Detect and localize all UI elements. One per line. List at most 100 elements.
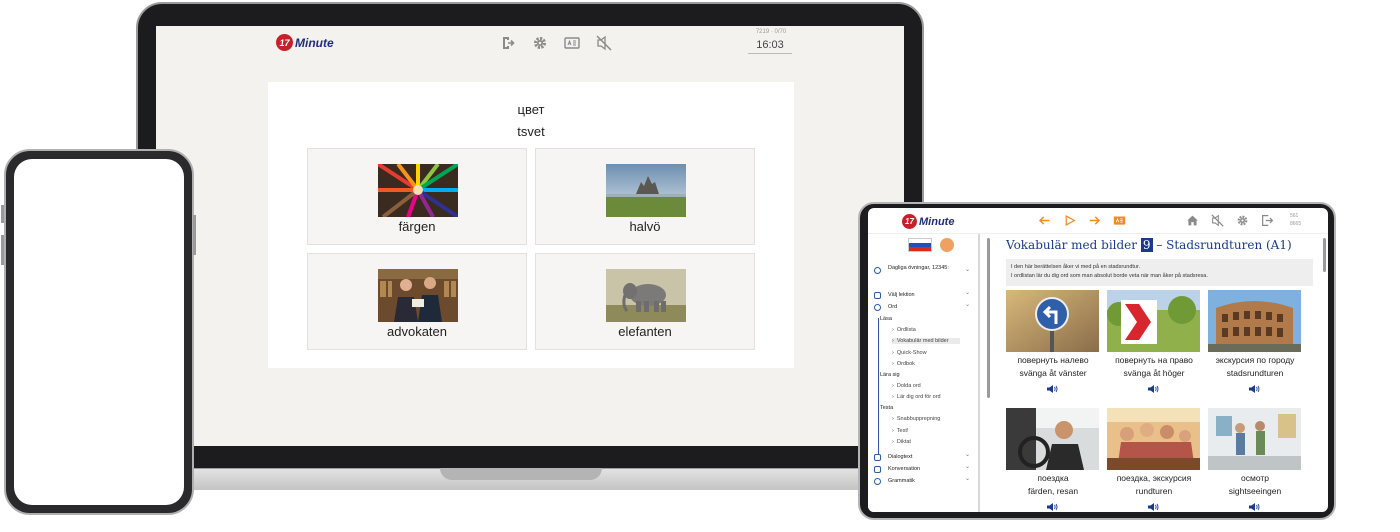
tablet-header: 17 Minute 561 8665	[868, 208, 1328, 234]
elephant-image	[606, 269, 686, 322]
sidebar-item-daily[interactable]: Dagliga övningar, 12345:	[888, 264, 958, 272]
sidebar-item-conversation[interactable]: Konversation	[888, 466, 920, 472]
logout-icon[interactable]	[1261, 214, 1274, 227]
stats-line: 561	[1290, 213, 1299, 219]
vocab-card[interactable]: поездка, экскурсия rundturen	[1107, 408, 1201, 512]
russian-word: осмотр	[1241, 473, 1269, 483]
sidebar-item-wordlist[interactable]: › Ordlista	[892, 327, 916, 333]
laptop-header: 17 Minute 7219 · 0/70 16:03	[156, 26, 904, 72]
grammar-icon	[874, 478, 881, 485]
tablet-sidebar: Dagliga övningar, 12345: ⌄ Välj lektion …	[868, 234, 980, 512]
chevron-down-icon[interactable]: ⌄	[965, 289, 970, 296]
sidebar-scrollbar[interactable]	[987, 238, 990, 398]
avatar-icon[interactable]	[940, 238, 954, 252]
driving-car-image	[1006, 408, 1099, 470]
list-icon	[874, 292, 881, 299]
chevron-down-icon[interactable]: ⌄	[965, 451, 970, 458]
logo[interactable]: 17 Minute	[902, 214, 954, 229]
intro-box: I den här berättelsen åker vi med på en …	[1006, 259, 1313, 286]
sidebar-group-test: Testa	[880, 405, 894, 411]
chevron-down-icon[interactable]: ⌄	[965, 301, 970, 308]
speaker-icon[interactable]	[1248, 384, 1260, 394]
speaker-icon[interactable]	[1046, 502, 1058, 512]
vocab-card[interactable]: поездка färden, resan	[1006, 408, 1100, 512]
mute-icon[interactable]	[596, 35, 612, 51]
intro-line: I den här berättelsen åker vi med på en …	[1011, 264, 1141, 270]
gear-icon[interactable]	[1236, 214, 1249, 227]
sidebar-item-quick-show[interactable]: › Quick-Show	[892, 350, 927, 356]
lesson-content: Vokabulär med bilder 9 – Stadsrundturen …	[994, 234, 1328, 512]
sidebar-item-word-by-word[interactable]: › Lär dig ord för ord	[892, 394, 941, 400]
card-icon[interactable]	[1113, 214, 1126, 227]
sidebar-item-label: Lär dig ord för ord	[896, 394, 941, 400]
sidebar-item-label: Snabbupprepning	[896, 416, 941, 422]
sidebar-item-label: Dolda ord	[896, 383, 921, 389]
sidebar-group-learn: Lära sig	[880, 372, 900, 378]
colored-pencils-image	[378, 164, 458, 217]
vocab-card[interactable]: повернуть налево svänga åt vänster	[1006, 290, 1100, 400]
sidebar-item-label: Ordlista	[896, 327, 916, 333]
vocab-card[interactable]: осмотр sightseeingen	[1208, 408, 1302, 512]
tablet-toolbar	[1186, 214, 1274, 227]
sidebar-item-words[interactable]: Ord	[888, 304, 897, 310]
phone-screen	[14, 159, 184, 505]
quiz-card: цвет tsvet färgen halvö advokaten elefan…	[268, 82, 794, 368]
gear-icon[interactable]	[532, 35, 548, 51]
intro-line: I ordlistan lär du dig ord som man absol…	[1011, 273, 1208, 279]
exit-icon[interactable]	[500, 35, 516, 51]
card-icon[interactable]	[564, 35, 580, 51]
answer-option[interactable]: advokaten	[307, 253, 527, 350]
sidebar-item-lesson[interactable]: Välj lektion	[888, 292, 915, 298]
sidebar-item-quick-repeat[interactable]: › Snabbupprepning	[892, 416, 940, 422]
lawyers-image	[378, 269, 458, 322]
title-suffix: – Stadsrundturen (A1)	[1156, 238, 1292, 252]
chevron-down-icon[interactable]: ⌄	[965, 266, 970, 273]
speaker-icon[interactable]	[1248, 502, 1260, 512]
vocab-card[interactable]: повернуть на право svänga åt höger	[1107, 290, 1201, 400]
phone-button	[1, 235, 4, 265]
turn-right-sign-image	[1107, 290, 1200, 352]
chevron-down-icon[interactable]: ⌄	[965, 463, 970, 470]
home-icon[interactable]	[1186, 214, 1199, 227]
logo-badge: 17	[902, 214, 917, 229]
stats-counter: 561 8665	[1290, 212, 1301, 228]
speaker-icon[interactable]	[1147, 384, 1159, 394]
question-transliteration: tsvet	[517, 124, 545, 139]
speaker-icon[interactable]	[1046, 384, 1058, 394]
answer-option[interactable]: färgen	[307, 148, 527, 245]
logo[interactable]: 17 Minute	[276, 34, 334, 51]
sidebar-item-label: Vokabulär med bilder	[896, 338, 949, 344]
timer: 16:03	[748, 39, 792, 54]
sidebar-item-dialog[interactable]: Dialogtext	[888, 454, 912, 460]
sidebar-item-grammar[interactable]: Grammatik	[888, 478, 915, 484]
answer-option[interactable]: elefanten	[535, 253, 755, 350]
speaker-icon[interactable]	[1147, 502, 1159, 512]
answer-option[interactable]: halvö	[535, 148, 755, 245]
logo-text: Minute	[295, 35, 334, 50]
book-icon	[874, 454, 881, 461]
gallery-visitors-image	[1208, 408, 1301, 470]
phone-button	[1, 205, 4, 223]
mute-icon[interactable]	[1211, 214, 1224, 227]
laptop-toolbar	[500, 35, 612, 51]
swedish-word: svänga åt vänster	[1019, 368, 1087, 378]
laptop-screen: 17 Minute 7219 · 0/70 16:03 цвет tsvet f…	[156, 26, 904, 446]
russian-word: повернуть налево	[1017, 355, 1089, 365]
arrow-right-icon[interactable]	[1088, 214, 1101, 227]
arrow-left-icon[interactable]	[1038, 214, 1051, 227]
russian-flag-icon[interactable]	[908, 238, 932, 252]
russian-word: поездка	[1037, 473, 1069, 483]
vocab-card[interactable]: экскурсия по городу stadsrundturen	[1208, 290, 1302, 400]
sidebar-item-vocab-pictures[interactable]: › Vokabulär med bilder	[892, 338, 960, 344]
language-flags	[908, 238, 954, 252]
content-scrollbar[interactable]	[1323, 238, 1326, 272]
sidebar-item-dictation[interactable]: › Diktat	[892, 439, 911, 445]
sidebar-item-test[interactable]: › Test!	[892, 428, 908, 434]
sidebar-item-label: Ordbok	[896, 361, 915, 367]
sidebar-item-dictionary[interactable]: › Ordbok	[892, 361, 915, 367]
stats-line: 8665	[1290, 221, 1302, 227]
sidebar-item-hidden-words[interactable]: › Dolda ord	[892, 383, 921, 389]
play-icon[interactable]	[1063, 214, 1076, 227]
sidebar-item-label: Diktat	[896, 439, 911, 445]
chevron-down-icon[interactable]: ⌄	[965, 475, 970, 482]
